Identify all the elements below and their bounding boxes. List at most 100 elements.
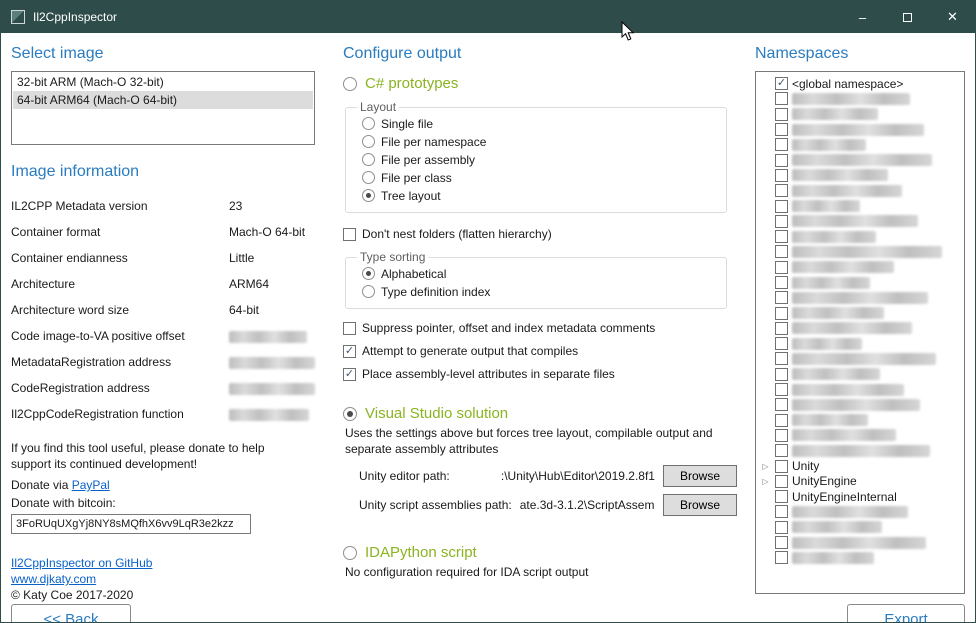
namespace-row[interactable] [760, 367, 960, 382]
unity-editor-path-row: Unity editor path: :\Unity\Hub\Editor\20… [359, 465, 737, 487]
back-button[interactable]: << Back [11, 604, 131, 623]
namespace-row[interactable] [760, 229, 960, 244]
namespace-checkbox[interactable] [775, 200, 788, 213]
namespace-row[interactable] [760, 443, 960, 458]
namespace-row[interactable] [760, 275, 960, 290]
namespace-checkbox[interactable] [775, 123, 788, 136]
namespace-checkbox[interactable] [775, 414, 788, 427]
namespace-row[interactable] [760, 351, 960, 366]
namespace-row[interactable] [760, 137, 960, 152]
namespace-checkbox[interactable] [775, 368, 788, 381]
namespace-checkbox[interactable] [775, 322, 788, 335]
namespace-row[interactable] [760, 183, 960, 198]
namespace-row[interactable]: ✓<global namespace> [760, 76, 960, 91]
image-list-item[interactable]: 32-bit ARM (Mach-O 32-bit) [13, 73, 313, 91]
namespace-row[interactable] [760, 428, 960, 443]
namespace-row[interactable] [760, 198, 960, 213]
namespace-checkbox[interactable] [775, 521, 788, 534]
namespace-row[interactable] [760, 413, 960, 428]
browse-editor-button[interactable]: Browse [663, 465, 737, 487]
namespace-row[interactable] [760, 122, 960, 137]
minimize-button[interactable]: – [840, 1, 885, 33]
radio-option[interactable]: File per namespace [362, 133, 718, 150]
redacted-namespace [792, 368, 880, 380]
namespace-row[interactable]: UnityEngineInternal [760, 489, 960, 504]
namespace-row[interactable]: ▷Unity [760, 458, 960, 473]
namespace-checkbox[interactable] [775, 154, 788, 167]
namespace-checkbox[interactable] [775, 307, 788, 320]
namespace-row[interactable] [760, 260, 960, 275]
close-button[interactable]: ✕ [930, 1, 975, 33]
namespace-checkbox[interactable] [775, 475, 788, 488]
image-list-item[interactable]: 64-bit ARM64 (Mach-O 64-bit) [13, 91, 313, 109]
checkbox-option[interactable]: ✓Attempt to generate output that compile… [343, 344, 739, 358]
namespace-row[interactable] [760, 107, 960, 122]
namespace-checkbox[interactable] [775, 230, 788, 243]
expander-icon[interactable]: ▷ [760, 477, 771, 486]
browse-assemblies-button[interactable]: Browse [663, 494, 737, 516]
redacted-namespace [792, 139, 866, 151]
namespace-row[interactable] [760, 504, 960, 519]
namespace-checkbox[interactable] [775, 291, 788, 304]
namespace-checkbox[interactable] [775, 108, 788, 121]
github-link[interactable]: Il2CppInspector on GitHub [11, 556, 152, 570]
radio-option[interactable]: Type definition index [362, 283, 718, 300]
namespace-row[interactable] [760, 382, 960, 397]
namespace-row[interactable]: ▷UnityEngine [760, 474, 960, 489]
namespace-checkbox[interactable] [775, 184, 788, 197]
namespace-checkbox[interactable] [775, 444, 788, 457]
namespace-checkbox[interactable] [775, 169, 788, 182]
namespace-row[interactable] [760, 520, 960, 535]
namespace-row[interactable] [760, 321, 960, 336]
namespace-checkbox[interactable] [775, 551, 788, 564]
checkbox-option[interactable]: ✓Place assembly-level attributes in sepa… [343, 367, 739, 381]
website-link[interactable]: www.djkaty.com [11, 572, 96, 586]
radio-icon [343, 546, 357, 560]
namespace-checkbox[interactable] [775, 215, 788, 228]
radio-option[interactable]: Single file [362, 115, 718, 132]
paypal-link[interactable]: PayPal [72, 478, 110, 492]
namespace-checkbox[interactable] [775, 536, 788, 549]
image-listbox[interactable]: 32-bit ARM (Mach-O 32-bit)64-bit ARM64 (… [11, 71, 315, 145]
namespace-checkbox[interactable] [775, 337, 788, 350]
namespace-list[interactable]: ✓<global namespace> ▷Unity▷UnityEngineUni… [755, 71, 965, 594]
visual-studio-option[interactable]: Visual Studio solution [343, 405, 739, 422]
namespace-row[interactable] [760, 397, 960, 412]
namespace-checkbox[interactable] [775, 505, 788, 518]
flatten-checkbox-option[interactable]: Don't nest folders (flatten hierarchy) [343, 227, 739, 241]
namespace-row[interactable] [760, 152, 960, 167]
bitcoin-address-field[interactable] [11, 514, 251, 534]
namespace-checkbox[interactable] [775, 261, 788, 274]
namespace-checkbox[interactable] [775, 429, 788, 442]
export-button[interactable]: Export [847, 604, 965, 623]
expander-icon[interactable]: ▷ [760, 462, 771, 471]
namespace-row[interactable] [760, 535, 960, 550]
namespace-checkbox[interactable]: ✓ [775, 77, 788, 90]
namespace-checkbox[interactable] [775, 460, 788, 473]
namespace-row[interactable] [760, 214, 960, 229]
namespace-checkbox[interactable] [775, 138, 788, 151]
namespace-row[interactable] [760, 550, 960, 565]
radio-option[interactable]: Alphabetical [362, 265, 718, 282]
namespace-checkbox[interactable] [775, 92, 788, 105]
namespace-row[interactable] [760, 305, 960, 320]
radio-option[interactable]: Tree layout [362, 187, 718, 204]
namespace-row[interactable] [760, 244, 960, 259]
window-controls: – ✕ [840, 1, 975, 33]
namespace-checkbox[interactable] [775, 398, 788, 411]
idapython-option[interactable]: IDAPython script [343, 544, 739, 561]
csharp-prototypes-option[interactable]: C# prototypes [343, 75, 739, 92]
maximize-button[interactable] [885, 1, 930, 33]
checkbox-option[interactable]: Suppress pointer, offset and index metad… [343, 321, 739, 335]
namespace-row[interactable] [760, 91, 960, 106]
namespace-checkbox[interactable] [775, 245, 788, 258]
namespace-checkbox[interactable] [775, 352, 788, 365]
namespace-checkbox[interactable] [775, 276, 788, 289]
namespace-checkbox[interactable] [775, 383, 788, 396]
namespace-row[interactable] [760, 290, 960, 305]
namespace-row[interactable] [760, 336, 960, 351]
radio-option[interactable]: File per assembly [362, 151, 718, 168]
namespace-checkbox[interactable] [775, 490, 788, 503]
radio-option[interactable]: File per class [362, 169, 718, 186]
namespace-row[interactable] [760, 168, 960, 183]
